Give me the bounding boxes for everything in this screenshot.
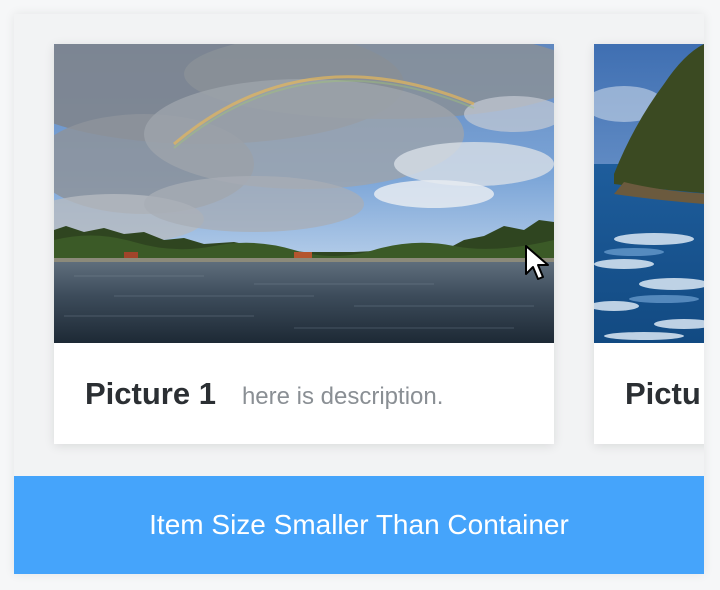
card-1-image xyxy=(54,44,554,343)
carousel-card-2[interactable]: Pictu xyxy=(594,44,704,444)
carousel-container: Picture 1 here is description. Pictu Ite… xyxy=(14,14,704,574)
rocky-coast-waves-image xyxy=(594,44,704,343)
card-1-caption: Picture 1 here is description. xyxy=(54,343,554,444)
lake-with-rainbow-image xyxy=(54,44,554,343)
demo-frame: Picture 1 here is description. Pictu Ite… xyxy=(0,0,720,590)
card-1-title: Picture 1 xyxy=(85,375,216,411)
card-2-image xyxy=(594,44,704,343)
footer-banner: Item Size Smaller Than Container xyxy=(14,476,704,574)
card-2-title: Pictu xyxy=(625,375,701,411)
carousel-track[interactable]: Picture 1 here is description. Pictu xyxy=(14,14,704,476)
footer-label: Item Size Smaller Than Container xyxy=(149,509,569,540)
carousel-card-1[interactable]: Picture 1 here is description. xyxy=(54,44,554,444)
card-1-description: here is description. xyxy=(241,382,444,410)
card-2-caption: Pictu xyxy=(594,343,704,444)
